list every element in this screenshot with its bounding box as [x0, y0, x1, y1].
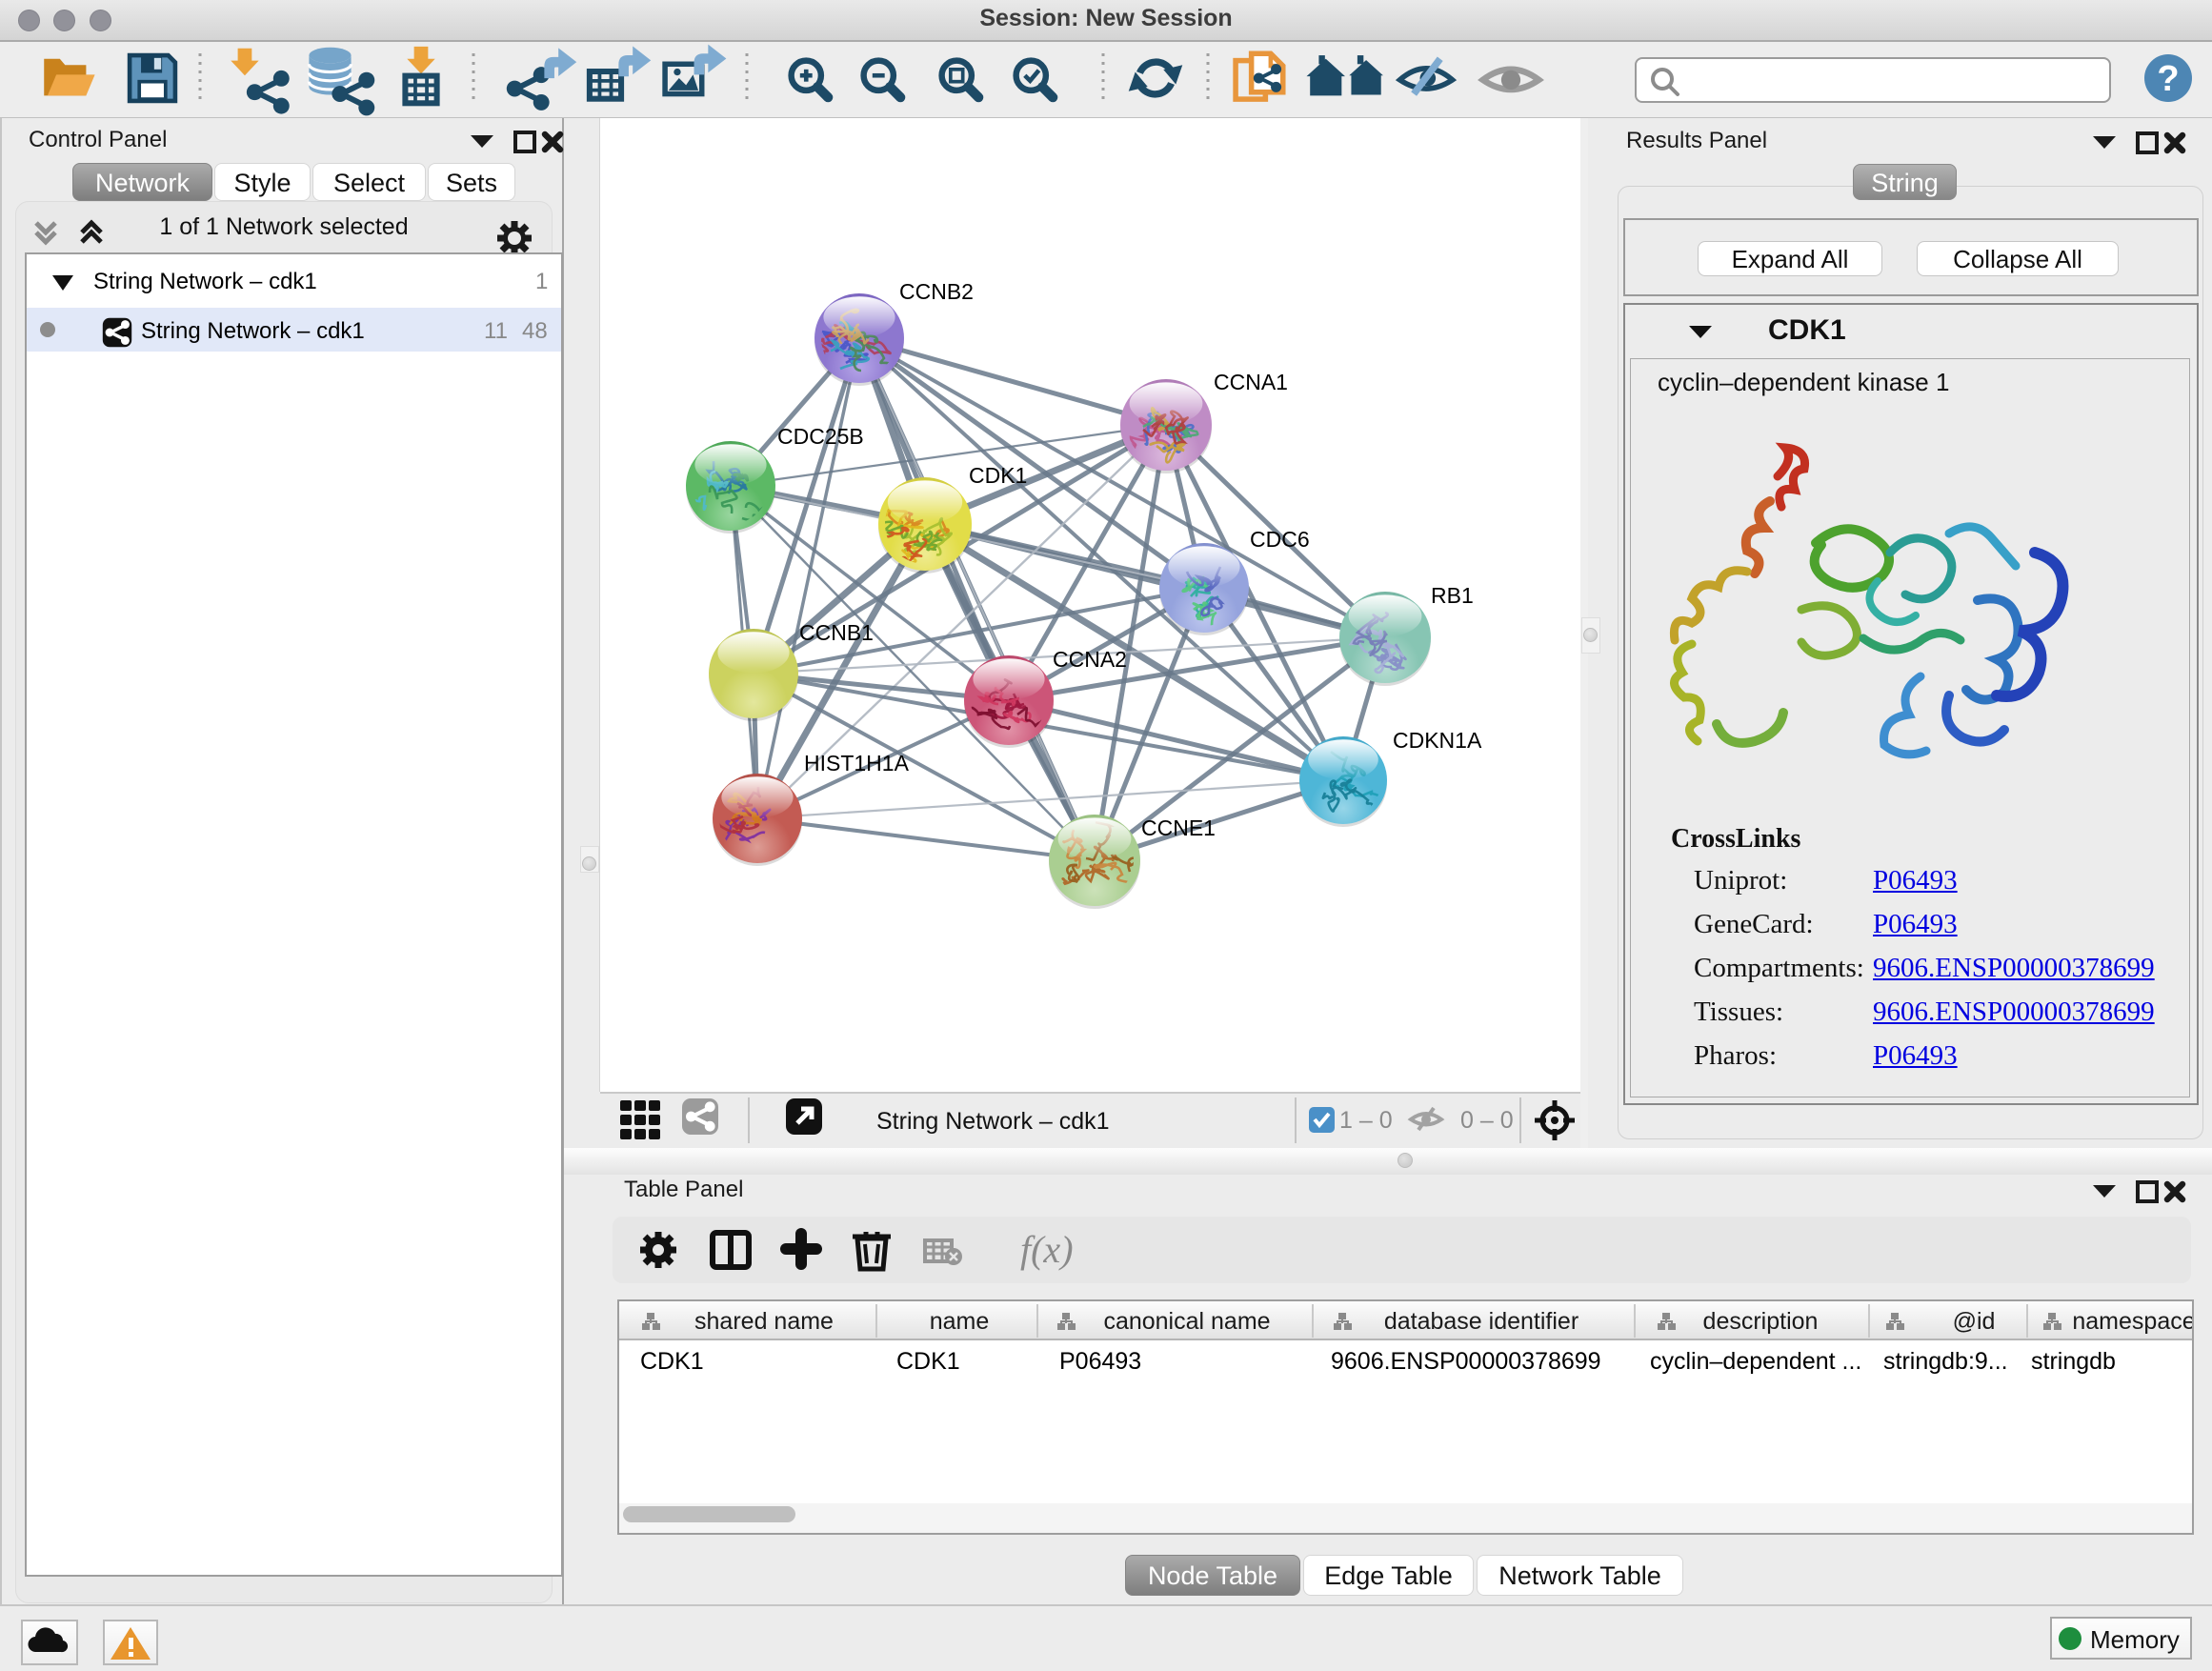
svg-text:0 – 0: 0 – 0 — [1460, 1107, 1514, 1134]
svg-text:CDC25B: CDC25B — [777, 424, 864, 449]
svg-text:canonical name: canonical name — [1103, 1308, 1270, 1335]
svg-text:CCNB2: CCNB2 — [899, 279, 974, 304]
svg-text:CCNA2: CCNA2 — [1053, 647, 1127, 672]
svg-text:CDK1: CDK1 — [969, 463, 1027, 488]
svg-text:namespace: namespace — [2072, 1308, 2192, 1335]
svg-text:CCNB1: CCNB1 — [799, 620, 874, 645]
svg-text:?: ? — [2157, 59, 2179, 99]
svg-text:description: description — [1703, 1308, 1819, 1335]
svg-text:CDC6: CDC6 — [1250, 527, 1310, 552]
svg-text:CDKN1A: CDKN1A — [1393, 728, 1482, 753]
svg-text:1 – 0: 1 – 0 — [1339, 1107, 1393, 1134]
svg-text:f(x): f(x) — [1020, 1228, 1074, 1271]
svg-text:String Network – cdk1: String Network – cdk1 — [876, 1108, 1110, 1135]
svg-text:database identifier: database identifier — [1384, 1308, 1579, 1335]
svg-text:CCNE1: CCNE1 — [1141, 815, 1216, 840]
svg-text:HIST1H1A: HIST1H1A — [804, 751, 910, 775]
svg-text:shared name: shared name — [694, 1308, 834, 1335]
svg-text:RB1: RB1 — [1431, 583, 1474, 608]
svg-text:@id: @id — [1953, 1308, 1996, 1335]
svg-text:CCNA1: CCNA1 — [1214, 370, 1288, 394]
svg-text:name: name — [930, 1308, 990, 1335]
